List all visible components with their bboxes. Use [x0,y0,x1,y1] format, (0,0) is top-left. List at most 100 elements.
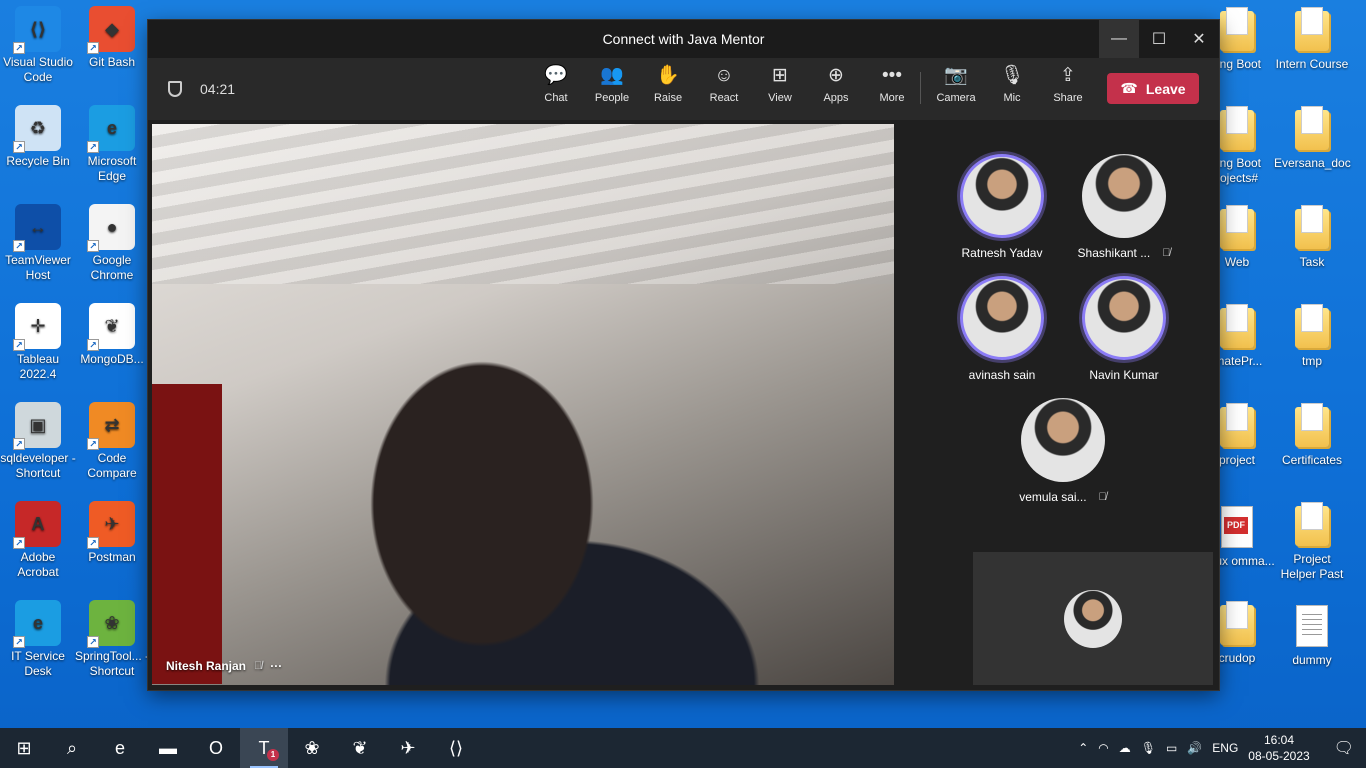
participant-tile[interactable]: avinash sain [942,276,1062,382]
participant-name: Ratnesh Yadav [961,246,1043,260]
close-button[interactable]: ✕ [1179,20,1219,58]
vscode-icon[interactable]: ⟨⟩ [432,728,480,768]
share-icon: ⇪ [1060,65,1076,86]
folder-icon [1295,106,1329,150]
participant-tile[interactable]: Ratnesh Yadav [942,154,1062,260]
volume-icon[interactable]: 🔊 [1187,741,1202,755]
desktop-item[interactable]: Certificates [1274,403,1350,468]
desktop-shortcut[interactable]: ⟨⟩ ↗ Visual Studio Code [0,6,76,85]
minimize-button[interactable]: — [1099,20,1139,58]
desktop-shortcut[interactable]: e ↗ IT Service Desk [0,600,76,679]
recycle-bin-icon: ♻ ↗ [13,105,61,153]
desktop-shortcut-label: Code Compare [87,451,137,480]
chat-icon: 💬 [544,65,568,86]
mic-off-icon: 🎙̸ [1098,491,1107,503]
mic-icon: 🎙 [999,65,1025,86]
desktop-shortcut-label: IT Service Desk [11,649,65,678]
file-explorer-icon[interactable]: ▬ [144,728,192,768]
desktop-shortcut-label: Tableau 2022.4 [16,352,60,381]
desktop-item[interactable]: dummy [1274,602,1350,668]
text-file-icon [1296,605,1328,647]
mongodb-icon[interactable]: ❦ [336,728,384,768]
chat-label: Chat [544,92,568,104]
participant-tile[interactable]: vemula sai... 🎙̸ [1003,398,1123,504]
mic-button[interactable]: 🎙 Mic [984,64,1040,104]
network-icon[interactable]: ◠ [1098,741,1108,755]
shield-icon[interactable] [168,81,182,97]
share-button[interactable]: ⇪ Share [1040,64,1096,104]
teams-icon[interactable]: T1 [240,728,288,768]
chat-button[interactable]: 💬 Chat [528,64,584,104]
desktop-shortcut[interactable]: ● ↗ Google Chrome [74,204,150,283]
more-button[interactable]: ••• More [864,64,920,104]
teamviewer-icon: ↔ ↗ [13,204,61,252]
desktop-item-label: tmp [1301,354,1322,368]
hang-up-icon: ☎ [1120,80,1138,96]
notifications-icon[interactable]: 🗨 [1334,738,1354,758]
desktop-shortcut-label: sqldeveloper - Shortcut [0,451,76,480]
participant-name: Shashikant ... [1077,246,1151,260]
desktop-shortcut[interactable]: ◆ ↗ Git Bash [74,6,150,70]
speaker-name-tag: Nitesh Ranjan 🎙̸ ··· [166,659,282,673]
desktop-shortcut[interactable]: A ↗ Adobe Acrobat [0,501,76,580]
raise-hand-button[interactable]: ✋ Raise [640,64,696,104]
window-title: Connect with Java Mentor [602,31,765,47]
desktop-item[interactable]: Eversana_doc [1274,106,1351,171]
desktop-shortcut[interactable]: ♻ ↗ Recycle Bin [0,105,76,169]
desktop-shortcut[interactable]: ✈ ↗ Postman [74,501,150,565]
react-button[interactable]: ☺ React [696,64,752,104]
window-controls: — ☐ ✕ [1099,20,1219,58]
people-button[interactable]: 👥 People [584,64,640,104]
participant-tile[interactable]: Navin Kumar [1064,276,1184,382]
onedrive-icon[interactable]: ☁ [1119,741,1131,755]
system-tray: ⌃ ◠ ☁ 🎙 ▭ 🔊 ENG 16:04 08-05-2023 🗨 [1078,728,1366,768]
desktop-shortcut[interactable]: ⇄ ↗ Code Compare [74,402,150,481]
desktop-item[interactable]: Intern Course [1274,7,1350,72]
desktop-shortcut[interactable]: ▣ ↗ sqldeveloper - Shortcut [0,402,76,481]
postman-icon: ✈ ↗ [87,501,135,549]
participant-tile[interactable]: Shashikant ... 🎙̸ [1064,154,1184,260]
desktop-shortcut[interactable]: ✛ ↗ Tableau 2022.4 [0,303,76,382]
more-options-icon[interactable]: ··· [270,659,282,673]
camera-button[interactable]: 📷 Camera [928,64,984,104]
start-button[interactable]: ⊞ [0,728,48,768]
meeting-toolbar: 04:21 💬 Chat 👥 People ✋ Raise ☺ React ⊞ View ⊕ Apps… [148,58,1219,120]
desktop-shortcut-label: Recycle Bin [6,154,70,168]
folder-icon [1220,106,1254,150]
react-label: React [709,92,739,104]
edge-icon: e ↗ [87,105,135,153]
desktop-item[interactable]: Task [1274,205,1350,270]
raise-hand-label: Raise [653,92,683,104]
desktop-shortcut-label: Google Chrome [90,253,134,282]
raise-hand-icon: ✋ [656,65,680,86]
folder-icon [1220,304,1254,348]
leave-button[interactable]: ☎ Leave [1107,73,1199,104]
search-icon[interactable]: ⌕ [48,728,96,768]
react-icon: ☺ [714,65,734,86]
main-video-stage[interactable]: Nitesh Ranjan 🎙̸ ··· [152,124,894,685]
folder-icon [1220,7,1254,51]
folder-icon [1220,601,1254,645]
outlook-icon[interactable]: O [192,728,240,768]
spring-icon[interactable]: ❀ [288,728,336,768]
desktop-item[interactable]: tmp [1274,304,1350,369]
chevron-up-icon[interactable]: ⌃ [1078,741,1088,755]
desktop-shortcut[interactable]: ↔ ↗ TeamViewer Host [0,204,76,283]
desktop-shortcut[interactable]: e ↗ Microsoft Edge [74,105,150,184]
apps-button[interactable]: ⊕ Apps [808,64,864,104]
language-indicator[interactable]: ENG [1212,741,1238,755]
edge-icon[interactable]: e [96,728,144,768]
maximize-button[interactable]: ☐ [1139,20,1179,58]
postman-icon[interactable]: ✈ [384,728,432,768]
view-button[interactable]: ⊞ View [752,64,808,104]
clock[interactable]: 16:04 08-05-2023 [1248,732,1309,764]
desktop-shortcut[interactable]: ❀ ↗ SpringTool... - Shortcut [74,600,150,679]
self-view[interactable] [973,552,1213,685]
desktop-item[interactable]: Project Helper Past [1274,502,1350,582]
desktop-shortcut[interactable]: ❦ ↗ MongoDB... [74,303,150,367]
clock-time: 16:04 [1263,733,1294,747]
participant-avatar [1082,276,1166,360]
sqldeveloper-icon: ▣ ↗ [13,402,61,450]
battery-icon[interactable]: ▭ [1166,741,1177,755]
microphone-icon[interactable]: 🎙 [1141,741,1156,755]
